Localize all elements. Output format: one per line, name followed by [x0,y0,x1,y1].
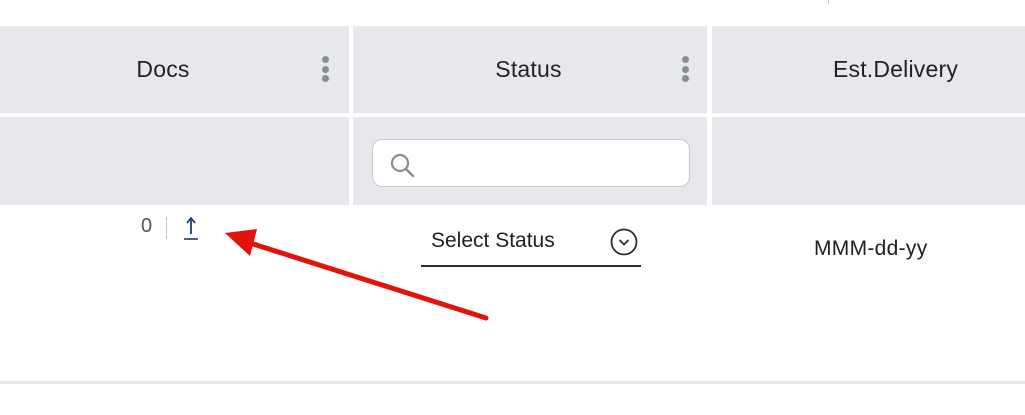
filter-cell-docs [0,117,349,205]
column-header-status[interactable]: Status [353,26,707,113]
status-select[interactable]: Select Status [421,225,641,267]
filter-row [0,117,1025,205]
docs-divider [166,217,167,239]
table-row: 0 Select Status MMM-dd-yy [0,205,1025,381]
status-search-input[interactable] [423,148,677,180]
column-menu-icon[interactable] [321,56,329,82]
row-divider [0,381,1025,384]
column-header-docs[interactable]: Docs [0,26,349,113]
column-header-est-delivery[interactable]: Est.Delivery [712,26,1025,113]
filter-cell-status [353,117,707,205]
chevron-down-circle-icon [610,228,638,256]
column-menu-icon[interactable] [681,56,689,82]
column-header-label: Est.Delivery [832,56,959,82]
header-row: Docs Status Est.Delivery [0,26,1025,113]
est-delivery-value: MMM-dd-yy [814,237,928,260]
status-select-label: Select Status [431,229,555,252]
filter-cell-est-delivery [712,117,1025,205]
docs-count: 0 [141,215,153,237]
top-edge-mark [828,0,829,4]
status-search-box[interactable] [372,139,690,187]
column-header-label: Docs [136,56,190,82]
column-header-label: Status [495,56,562,82]
search-icon [390,153,415,178]
upload-arrow-icon[interactable] [182,215,200,241]
